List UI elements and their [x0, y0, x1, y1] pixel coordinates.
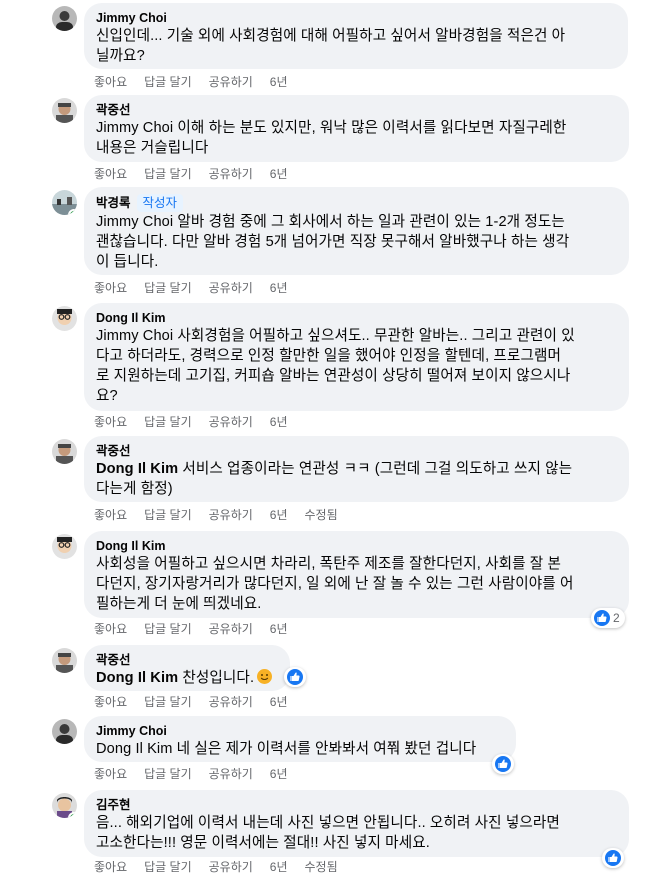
comment-bubble: 김주현 음... 해외기업에 이력서 내는데 사진 넣으면 안됩니다.. 오히려… [84, 790, 629, 857]
avatar[interactable] [52, 190, 77, 215]
smile-emoji-icon [257, 669, 273, 684]
like-button[interactable]: 좋아요 [94, 621, 127, 637]
reaction-summary[interactable]: 2 [591, 608, 625, 628]
share-button[interactable]: 공유하기 [209, 414, 253, 430]
avatar[interactable] [52, 6, 77, 31]
avatar[interactable] [52, 648, 77, 673]
share-button[interactable]: 공유하기 [209, 766, 253, 782]
comment-bubble: 곽중선 Dong Il Kim 찬성입니다. [84, 645, 290, 691]
like-button[interactable]: 좋아요 [94, 766, 127, 782]
avatar[interactable] [52, 306, 77, 331]
mention-link[interactable]: Dong Il Kim [96, 670, 178, 686]
comment-author[interactable]: 곽중선 [96, 102, 617, 118]
avatar[interactable] [52, 793, 77, 818]
comment-bubble: 박경록 작성자 Jimmy Choi 알바 경험 중에 그 회사에서 하는 일과 … [84, 187, 629, 275]
comment-actions: 좋아요 답글 달기 공유하기 6년 [94, 621, 305, 637]
online-status-dot [68, 209, 77, 215]
comment-author[interactable]: 김주현 [96, 797, 617, 813]
comment-timestamp[interactable]: 6년 [270, 280, 288, 296]
online-status-dot [68, 812, 77, 818]
comment-text: Dong Il Kim 찬성입니다. [96, 668, 278, 688]
comment-timestamp[interactable]: 6년 [270, 859, 288, 875]
comment-actions: 좋아요 답글 달기 공유하기 6년 수정됨 [94, 507, 355, 523]
comment-bubble: 곽중선 Jimmy Choi 이해 하는 분도 있지만, 워낙 많은 이력서를 … [84, 95, 629, 162]
comment-author[interactable]: Jimmy Choi [96, 723, 504, 739]
like-button[interactable]: 좋아요 [94, 166, 127, 182]
like-button[interactable]: 좋아요 [94, 74, 127, 90]
avatar[interactable] [52, 439, 77, 464]
reply-button[interactable]: 답글 달기 [144, 74, 192, 90]
edited-label[interactable]: 수정됨 [305, 507, 338, 523]
reaction-summary[interactable] [284, 667, 306, 687]
share-button[interactable]: 공유하기 [209, 621, 253, 637]
comment-author[interactable]: Jimmy Choi [96, 10, 616, 26]
comment-timestamp[interactable]: 6년 [270, 694, 288, 710]
comment-timestamp[interactable]: 6년 [270, 166, 288, 182]
like-button[interactable]: 좋아요 [94, 280, 127, 296]
like-reaction-icon [594, 610, 610, 626]
like-reaction-icon [287, 669, 303, 685]
avatar[interactable] [52, 719, 77, 744]
comment-text: Dong Il Kim 서비스 업종이라는 연관성 ㅋㅋ (그런데 그걸 의도하… [96, 461, 573, 497]
comment-text: Jimmy Choi 이해 하는 분도 있지만, 워낙 많은 이력서를 읽다보면… [96, 120, 567, 156]
comment-bubble: Dong Il Kim 사회성을 어필하고 싶으시면 차라리, 폭탄주 제조를 … [84, 531, 629, 618]
share-button[interactable]: 공유하기 [209, 280, 253, 296]
reply-button[interactable]: 답글 달기 [144, 507, 192, 523]
comment-actions: 좋아요 답글 달기 공유하기 6년 [94, 74, 305, 90]
comment-actions: 좋아요 답글 달기 공유하기 6년 [94, 694, 305, 710]
comment-bubble: 곽중선 Dong Il Kim 서비스 업종이라는 연관성 ㅋㅋ (그런데 그걸… [84, 436, 629, 502]
avatar[interactable] [52, 534, 77, 559]
like-button[interactable]: 좋아요 [94, 694, 127, 710]
comment-timestamp[interactable]: 6년 [270, 621, 288, 637]
comment-timestamp[interactable]: 6년 [270, 507, 288, 523]
comment-actions: 좋아요 답글 달기 공유하기 6년 수정됨 [94, 859, 355, 875]
mention-link[interactable]: Dong Il Kim [96, 461, 178, 477]
share-button[interactable]: 공유하기 [209, 694, 253, 710]
comment-timestamp[interactable]: 6년 [270, 74, 288, 90]
reply-button[interactable]: 답글 달기 [144, 859, 192, 875]
edited-label[interactable]: 수정됨 [305, 859, 338, 875]
avatar[interactable] [52, 98, 77, 123]
reaction-summary[interactable] [602, 848, 624, 868]
reply-button[interactable]: 답글 달기 [144, 166, 192, 182]
comment-actions: 좋아요 답글 달기 공유하기 6년 [94, 166, 305, 182]
comment-actions: 좋아요 답글 달기 공유하기 6년 [94, 766, 305, 782]
share-button[interactable]: 공유하기 [209, 166, 253, 182]
comment-actions: 좋아요 답글 달기 공유하기 6년 [94, 414, 305, 430]
reaction-summary[interactable] [492, 754, 514, 774]
comment-text: 음... 해외기업에 이력서 내는데 사진 넣으면 안됩니다.. 오히려 사진 … [96, 815, 560, 851]
comment-text: Jimmy Choi 알바 경험 중에 그 회사에서 하는 일과 관련이 있는 … [96, 214, 570, 270]
share-button[interactable]: 공유하기 [209, 859, 253, 875]
comment-bubble: Jimmy Choi Dong Il Kim 네 실은 제가 이력서를 안봐봐서… [84, 716, 516, 762]
like-reaction-icon [605, 850, 621, 866]
like-button[interactable]: 좋아요 [94, 507, 127, 523]
like-button[interactable]: 좋아요 [94, 859, 127, 875]
author-badge: 작성자 [136, 194, 184, 212]
comment-author[interactable]: 곽중선 [96, 652, 278, 668]
share-button[interactable]: 공유하기 [209, 74, 253, 90]
like-reaction-icon [495, 756, 511, 772]
reaction-count: 2 [613, 611, 620, 625]
comment-text: 신입인데... 기술 외에 사회경험에 대해 어필하고 싶어서 알바경험을 적은… [96, 28, 566, 64]
comment-timestamp[interactable]: 6년 [270, 414, 288, 430]
reply-button[interactable]: 답글 달기 [144, 694, 192, 710]
reply-button[interactable]: 답글 달기 [144, 766, 192, 782]
reply-button[interactable]: 답글 달기 [144, 414, 192, 430]
share-button[interactable]: 공유하기 [209, 507, 253, 523]
reply-button[interactable]: 답글 달기 [144, 621, 192, 637]
comment-author[interactable]: Dong Il Kim [96, 310, 617, 326]
comment-text: Dong Il Kim 네 실은 제가 이력서를 안봐봐서 여쭤 봤던 겁니다 [96, 741, 477, 757]
like-button[interactable]: 좋아요 [94, 414, 127, 430]
comment-actions: 좋아요 답글 달기 공유하기 6년 [94, 280, 305, 296]
comment-bubble: Jimmy Choi 신입인데... 기술 외에 사회경험에 대해 어필하고 싶… [84, 3, 628, 69]
comment-author[interactable]: 곽중선 [96, 443, 617, 459]
comment-text: Jimmy Choi 사회경험을 어필하고 싶으셔도.. 무관한 알바는.. 그… [96, 328, 575, 404]
comment-bubble: Dong Il Kim Jimmy Choi 사회경험을 어필하고 싶으셔도..… [84, 303, 629, 411]
comment-author[interactable]: Dong Il Kim [96, 538, 617, 554]
comment-timestamp[interactable]: 6년 [270, 766, 288, 782]
reply-button[interactable]: 답글 달기 [144, 280, 192, 296]
comment-text: 사회성을 어필하고 싶으시면 차라리, 폭탄주 제조를 잘한다던지, 사회를 잘… [96, 556, 574, 612]
comment-author[interactable]: 박경록 작성자 [96, 194, 617, 212]
